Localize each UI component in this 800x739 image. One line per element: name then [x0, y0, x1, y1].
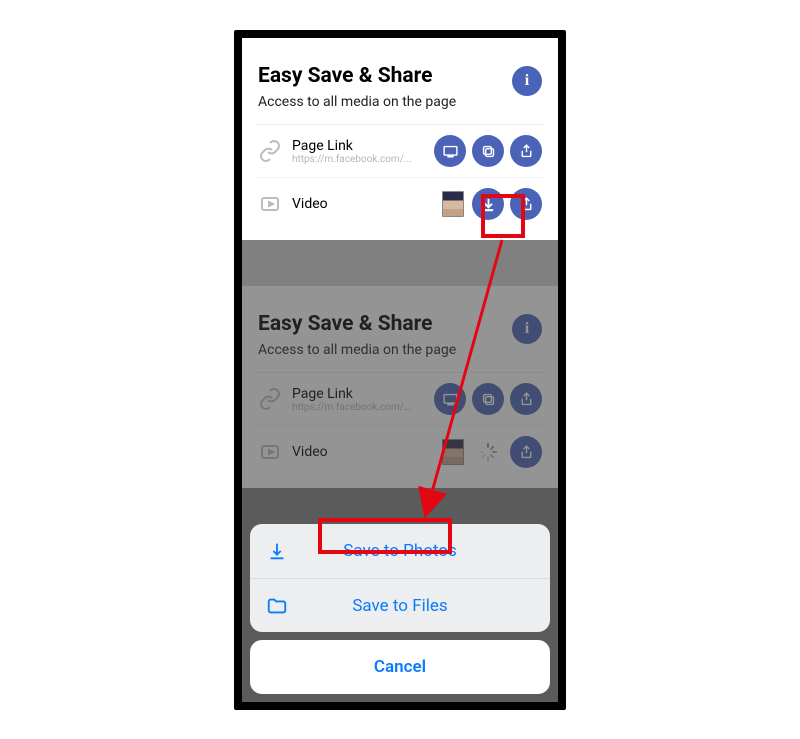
sheet-item-label: Save to Files	[352, 596, 447, 616]
row-label: Page Link	[292, 386, 434, 402]
row-label: Video	[292, 196, 442, 212]
open-button[interactable]	[434, 135, 466, 167]
row-label: Video	[292, 444, 442, 460]
share-card-bottom: Easy Save & Share Access to all media on…	[242, 286, 558, 488]
share-button[interactable]	[510, 135, 542, 167]
phone-frame: Easy Save & Share Access to all media on…	[234, 30, 566, 710]
save-to-files-button[interactable]: Save to Files	[250, 578, 550, 632]
copy-button[interactable]	[472, 383, 504, 415]
save-to-photos-button[interactable]: Save to Photos	[250, 524, 550, 578]
row-page-link: Page Link https://m.facebook.com/...	[256, 125, 544, 177]
sheet-item-label: Save to Photos	[343, 541, 457, 561]
video-icon	[258, 440, 282, 464]
screen: Easy Save & Share Access to all media on…	[242, 38, 558, 702]
card-header: Easy Save & Share Access to all media on…	[256, 302, 544, 373]
share-button[interactable]	[510, 188, 542, 220]
row-label: Page Link	[292, 138, 434, 154]
row-page-link: Page Link https://m.facebook.com/...	[256, 373, 544, 425]
info-button[interactable]: i	[512, 66, 542, 96]
card-title: Easy Save & Share	[258, 312, 456, 336]
card-subtitle: Access to all media on the page	[258, 342, 456, 358]
card-title: Easy Save & Share	[258, 64, 456, 88]
download-button[interactable]	[472, 188, 504, 220]
info-icon: i	[525, 320, 529, 338]
cancel-label: Cancel	[374, 657, 426, 677]
card-subtitle: Access to all media on the page	[258, 94, 456, 110]
link-icon	[258, 139, 282, 163]
card-header: Easy Save & Share Access to all media on…	[256, 54, 544, 125]
share-button[interactable]	[510, 383, 542, 415]
row-video: Video	[256, 177, 544, 230]
row-url: https://m.facebook.com/...	[292, 154, 432, 165]
video-thumbnail[interactable]	[442, 191, 464, 217]
cancel-button[interactable]: Cancel	[250, 640, 550, 694]
action-sheet-group: Save to Photos Save to Files	[250, 524, 550, 632]
info-icon: i	[525, 72, 529, 90]
folder-icon	[266, 595, 288, 617]
row-video: Video	[256, 425, 544, 478]
link-icon	[258, 387, 282, 411]
open-button[interactable]	[434, 383, 466, 415]
share-button[interactable]	[510, 436, 542, 468]
video-thumbnail[interactable]	[442, 439, 464, 465]
save-to-photos-icon	[266, 540, 288, 562]
video-icon	[258, 192, 282, 216]
info-button[interactable]: i	[512, 314, 542, 344]
loading-spinner-icon	[478, 442, 498, 462]
action-sheet: Save to Photos Save to Files Cancel	[250, 524, 550, 694]
row-url: https://m.facebook.com/...	[292, 402, 432, 413]
copy-button[interactable]	[472, 135, 504, 167]
share-card-top: Easy Save & Share Access to all media on…	[242, 38, 558, 240]
